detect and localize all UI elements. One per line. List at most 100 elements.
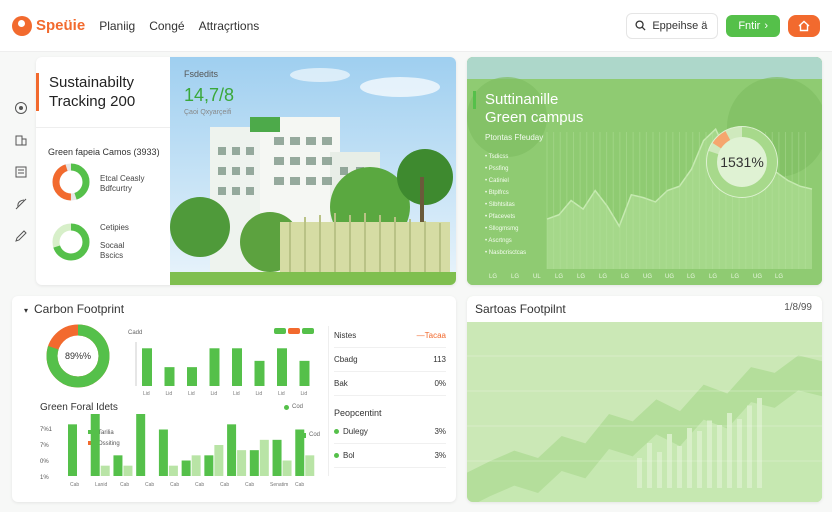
leaf-icon[interactable] [13, 196, 29, 212]
bar [717, 425, 722, 488]
nav-item-conge[interactable]: Congé [149, 19, 184, 33]
donut2-label: Cetipies Socaal Bscics [100, 223, 129, 261]
chevron-down-icon[interactable]: ▾ [24, 306, 28, 315]
nav-item-attractions[interactable]: Attraçrtions [199, 19, 260, 33]
tracking-title-line1: Sustainabilty [49, 74, 135, 91]
bottom-chart-title: Green Foral Idets [40, 402, 118, 413]
bar-series-2 [214, 445, 224, 476]
building-icon[interactable] [13, 132, 29, 148]
bottom-chart-yticks: 7%1 7% 0% 1% [40, 422, 52, 486]
bar-series-2 [100, 465, 110, 476]
nav-item-planning[interactable]: Planiig [99, 19, 135, 33]
bar [697, 431, 702, 488]
app-name: Speüie [36, 17, 86, 34]
top-bar: Speüie Planiig Congé Attraçrtions Eppeih… [0, 0, 832, 52]
carbon-title-text: Carbon Footprint [34, 302, 125, 316]
logo[interactable]: Speüie [12, 15, 86, 36]
bar-series-2 [259, 439, 269, 476]
table-row-value: 3% [434, 451, 446, 460]
table-row-label: Bak [334, 379, 348, 388]
top-bar-chart: Lid Lid Lid Lid Lid Lid Lid Lid [135, 342, 310, 397]
x-tick-label: Cab [120, 482, 129, 488]
donut1-label-2: Bdfcurtry [100, 184, 133, 193]
donut2-label-2: Socaal [100, 241, 125, 250]
top-chart-ylabel: Cadd [128, 330, 143, 336]
search-box[interactable]: Eppeihse ä [626, 12, 719, 39]
bar [254, 360, 265, 386]
table-row[interactable]: Dulegy 3% [334, 420, 446, 444]
bar [647, 443, 652, 488]
table-row[interactable]: Cbadg 113 [334, 348, 446, 372]
main-nav: Planiig Congé Attraçrtions [99, 19, 259, 33]
tracking-stat-label: Fsdedits [184, 69, 219, 79]
x-tick-label: LG [731, 274, 739, 280]
bar [209, 348, 220, 386]
bar [187, 367, 197, 386]
top-chart-legend [274, 328, 314, 334]
x-tick-label: Senatim [270, 482, 288, 488]
target-icon[interactable] [13, 100, 29, 116]
bar [277, 348, 287, 386]
x-tick-label: Lid [256, 391, 263, 397]
x-tick-label: LG [489, 274, 497, 280]
x-tick-label: Lid [166, 391, 173, 397]
tracking-stat-value: 14,7/8 [184, 85, 235, 105]
bar-series-1 [90, 414, 100, 476]
x-tick-label: Lid [278, 391, 285, 397]
bar-series-1 [249, 450, 259, 476]
footprint-value: 1/8/99 [784, 302, 812, 313]
carbon-footprint-card: ▾ Carbon Footprint 89%% Cadd Lid Lid Lid Lid… [12, 296, 456, 502]
bottom-right-legend-label: Cod [292, 404, 304, 410]
list-item: • Pfacevets [485, 214, 516, 220]
x-tick-label: Cab [170, 482, 179, 488]
primary-button[interactable]: Fntir › [726, 14, 780, 37]
home-icon [798, 20, 810, 31]
ytick-1: 7% [40, 443, 49, 449]
footprint-area-chart [467, 355, 822, 502]
donut-chart-1 [52, 163, 90, 201]
list-item: • Slbhtsitas [485, 202, 515, 208]
x-tick-label: UG [665, 274, 674, 280]
x-tick-label: Lid [143, 391, 150, 397]
table-row[interactable]: Bak 0% [334, 372, 446, 396]
bar-series-2 [123, 465, 133, 476]
bar-series-2 [168, 465, 178, 476]
legend-dot [284, 404, 289, 410]
search-icon [635, 20, 646, 31]
sidebar [8, 100, 34, 244]
x-tick-label: Cab [195, 482, 204, 488]
secondary-button[interactable] [788, 14, 820, 37]
list-item: • Btplfrcs [485, 190, 509, 196]
x-tick-label: LG [621, 274, 629, 280]
bar-series-1 [136, 414, 146, 476]
x-tick-label: LG [709, 274, 717, 280]
table-header: Nistes —Tacaa [334, 324, 446, 348]
bar [677, 446, 682, 488]
table-row-value: 3% [434, 427, 446, 436]
footprint-title: Sartoas Footpilnt [475, 302, 566, 316]
pen-icon[interactable] [13, 228, 29, 244]
bar-series-2 [237, 450, 247, 476]
campus-list: • Tsdicss • Pssfing • Catiniel • Btplfrcs • … [485, 151, 526, 259]
bar [737, 419, 742, 488]
bottom-bar-chart: Cab Lanid Cab Cab Cab Cab Cab Cab Senatim Cab [68, 414, 315, 488]
ytick-3: 1% [40, 475, 49, 481]
x-tick-label: LG [687, 274, 695, 280]
campus-donut-value: 1531% [720, 154, 764, 170]
document-icon[interactable] [13, 164, 29, 180]
list-item: • Sllogmsmg [485, 226, 519, 232]
carbon-side-table: Nistes —Tacaa Cbadg 113 Bak 0% Peopcenti… [334, 324, 446, 468]
bar-series-1 [158, 429, 168, 476]
x-tick-label: Lid [211, 391, 218, 397]
donut2-label-1: Cetipies [100, 223, 129, 232]
tracking-stat-sub: Çaoi Qxyarçeifi [184, 109, 232, 116]
bottom-right-legend: Cod [284, 404, 303, 410]
donut1-label-1: Etcal Ceasly [100, 174, 145, 183]
legend-swatch-green [274, 328, 286, 334]
campus-subtitle: Ptontas Ffeuday [485, 133, 544, 142]
search-label: Eppeihse ä [652, 19, 708, 32]
x-tick-label: Lid [301, 391, 308, 397]
table-row[interactable]: Bol 3% [334, 444, 446, 468]
table-row-label: Cbadg [334, 355, 358, 364]
campus-title-line1: Suttinanille [485, 91, 559, 108]
